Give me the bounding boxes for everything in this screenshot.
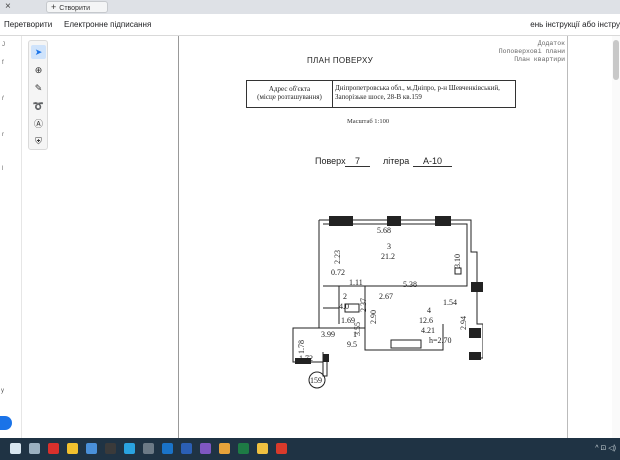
floor-value: 7 (345, 156, 371, 167)
window-block (471, 282, 483, 292)
letter-label: літера (383, 156, 410, 166)
dim-label: 0.72 (331, 268, 345, 277)
room-area: 21.2 (381, 252, 395, 261)
room-number: 1 (353, 330, 357, 339)
panel-glyph: f (2, 60, 4, 66)
column-mark (454, 267, 462, 275)
room-number: 2 (343, 292, 347, 301)
convert-menu[interactable]: Перетворити (4, 20, 52, 29)
tab-strip: × + Створити (0, 0, 620, 14)
windows-start-icon[interactable] (10, 443, 21, 454)
esign-menu[interactable]: Електронне підписання (64, 20, 151, 29)
room-number: 4 (427, 306, 431, 315)
dim-label: 3.99 (321, 330, 335, 339)
chrome-alt-icon[interactable] (86, 443, 97, 454)
new-tab-label: Створити (59, 5, 90, 12)
dim-label: 2.37 (359, 298, 368, 312)
outer-wall-right (319, 219, 483, 359)
apartment-number: 159 (310, 376, 322, 385)
dim-label: 1.69 (341, 316, 355, 325)
scale-label: Масштаб 1:100 (347, 118, 390, 125)
appendix-line: План квартири (514, 56, 565, 63)
dim-label: 5.38 (403, 280, 417, 289)
dim-label: 1.11 (349, 278, 363, 287)
dim-label: 2.67 (379, 292, 393, 301)
annotation-toolbar: ➤ ⊕ ✎ ➰ Ⓐ ⛨ (28, 40, 48, 150)
select-arrow-icon[interactable]: ➤ (31, 45, 46, 59)
dim-label: 5.68 (377, 226, 391, 235)
plus-icon: + (51, 2, 57, 12)
dim-label: 2.23 (333, 250, 342, 264)
text-box-icon[interactable]: Ⓐ (31, 117, 46, 131)
document-page: Додаток Поповерхові плани План квартири … (178, 36, 568, 438)
floor-plan: 5.68 2.23 3.10 3 21.2 0.72 1.11 5.38 2.6… (283, 212, 483, 392)
room-area: 12.6 (419, 316, 433, 325)
outlook-icon[interactable] (162, 443, 173, 454)
opera-icon[interactable] (48, 443, 59, 454)
window-block (469, 328, 481, 338)
panel-glyph: J (2, 42, 5, 48)
taskbar: ^ ⊡ ◁) (0, 438, 620, 460)
appendix-note: Додаток Поповерхові плани План квартири (485, 40, 565, 64)
panel-action-button[interactable] (0, 416, 12, 430)
acrobat-icon[interactable] (276, 443, 287, 454)
zoom-add-icon[interactable]: ⊕ (31, 63, 46, 77)
dim-label: 1.54 (443, 298, 457, 307)
address-value-cell: Дніпропетровська обл., м.Дніпро, р-н Шев… (335, 84, 515, 102)
system-tray[interactable]: ^ ⊡ ◁) (595, 444, 616, 452)
dim-label: 3.10 (453, 254, 462, 268)
search-icon[interactable] (29, 443, 40, 454)
dim-label: 1.72 (299, 354, 313, 363)
excel-icon[interactable] (238, 443, 249, 454)
height-label: h=2.70 (429, 336, 452, 345)
window-block (469, 352, 481, 360)
panel-glyph: ŕ (2, 96, 4, 102)
address-line: Дніпропетровська обл., м.Дніпро, р-н Шев… (335, 84, 500, 92)
photos-icon[interactable] (200, 443, 211, 454)
address-sublabel: (місце розташування) (257, 93, 322, 101)
address-label-cell: Адрес об'єкта (місце розташування) (247, 81, 333, 107)
media-player-icon[interactable] (105, 443, 116, 454)
address-table: Адрес об'єкта (місце розташування) Дніпр… (246, 80, 516, 108)
window-block (329, 216, 353, 226)
bath-fixture (390, 339, 422, 349)
calculator-icon[interactable] (143, 443, 154, 454)
pen-icon[interactable]: ✎ (31, 81, 46, 95)
page-title: ПЛАН ПОВЕРХУ (307, 56, 373, 65)
left-side-panel: J f ŕ r l y (0, 36, 22, 438)
pdf-toolbar: Перетворити Електронне підписання ень ін… (0, 14, 620, 36)
scrollbar-thumb[interactable] (613, 40, 619, 80)
panel-glyph: r (2, 132, 4, 138)
appendix-line: Поповерхові плани (498, 48, 565, 55)
room-area: 4.0 (339, 302, 349, 311)
lasso-icon[interactable]: ➰ (31, 99, 46, 113)
room-area: 9.5 (347, 340, 357, 349)
app-window: × + Створити Перетворити Електронне підпи… (0, 0, 620, 460)
room-number: 3 (387, 242, 391, 251)
window-block (387, 216, 401, 226)
instructions-search-text[interactable]: ень інструкції або інстру (530, 20, 620, 29)
chrome-profile-icon[interactable] (219, 443, 230, 454)
panel-text: y (1, 388, 4, 394)
explorer-icon[interactable] (257, 443, 268, 454)
letter-value: А-10 (413, 156, 453, 167)
vertical-scrollbar[interactable] (612, 36, 620, 438)
window-block (323, 354, 329, 362)
address-line: Запорізьке шосе, 28-В кв.159 (335, 93, 422, 101)
panel-glyph: l (2, 166, 4, 172)
floor-label: Поверх (315, 156, 346, 166)
new-tab-button[interactable]: + Створити (46, 1, 108, 13)
stamp-icon[interactable]: ⛨ (31, 134, 46, 148)
chrome-icon[interactable] (67, 443, 78, 454)
close-tab-icon[interactable]: × (5, 1, 11, 12)
appendix-line: Додаток (537, 40, 565, 47)
word-icon[interactable] (181, 443, 192, 454)
address-label: Адрес об'єкта (268, 85, 311, 93)
dim-label: 2.94 (459, 316, 468, 330)
window-block (435, 216, 451, 226)
telegram-icon[interactable] (124, 443, 135, 454)
dim-label: 4.21 (421, 326, 435, 335)
dim-label: 1.78 (297, 340, 306, 354)
dim-label: 2.90 (369, 310, 378, 324)
